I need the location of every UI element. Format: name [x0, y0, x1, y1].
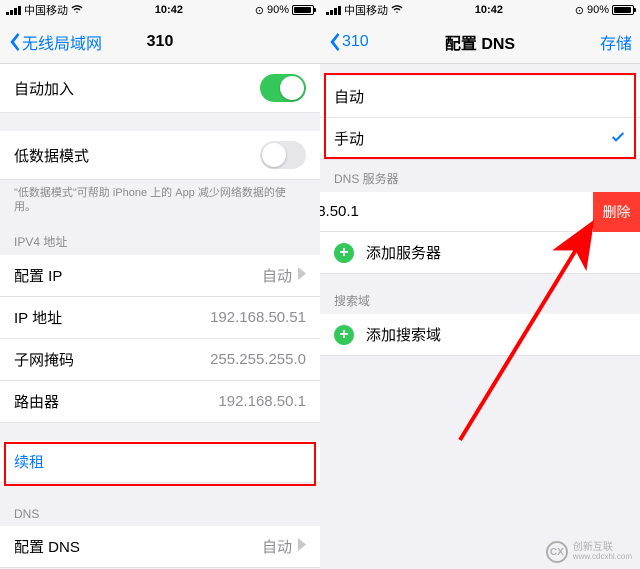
carrier-label: 中国移动: [344, 2, 388, 18]
wifi-icon: [71, 3, 83, 18]
configure-ip-value: 自动: [262, 265, 292, 286]
configure-dns-label: 配置 DNS: [14, 536, 80, 557]
nav-bar-right: 310 配置 DNS 存储: [320, 20, 640, 64]
renew-lease-row[interactable]: 续租: [0, 441, 320, 483]
delete-button[interactable]: 删除: [593, 192, 640, 232]
search-domains-header: 搜索域: [320, 274, 640, 314]
renew-label: 续租: [14, 451, 44, 472]
auto-join-label: 自动加入: [14, 78, 74, 99]
configure-ip-label: 配置 IP: [14, 265, 62, 286]
low-data-toggle[interactable]: [260, 141, 306, 169]
back-label: 310: [342, 33, 369, 51]
plus-icon: +: [334, 325, 354, 345]
low-data-label: 低数据模式: [14, 145, 89, 166]
auto-join-row[interactable]: 自动加入: [0, 64, 320, 113]
low-data-footer: "低数据模式"可帮助 iPhone 上的 App 减少网络数据的使用。: [0, 180, 320, 223]
right-screenshot: 中国移动 10:42 ⊙ 90% 310 配置 DNS 存储 自: [320, 0, 640, 569]
wifi-icon: [391, 3, 403, 18]
add-server-row[interactable]: + 添加服务器: [320, 232, 640, 274]
watermark: CX 创新互联 www.cdcxhl.com: [546, 541, 632, 563]
chevron-right-icon: [298, 538, 306, 555]
left-screenshot: 中国移动 10:42 ⊙ 90% 无线局域网 310 自动加入: [0, 0, 320, 569]
watermark-badge: CX: [546, 541, 568, 563]
battery-pct: 90%: [267, 4, 289, 16]
dns-server-ip: 2.168.50.1: [320, 203, 359, 220]
back-label: 无线局域网: [22, 30, 102, 54]
router-label: 路由器: [14, 391, 59, 412]
ip-address-label: IP 地址: [14, 307, 62, 328]
configure-dns-row[interactable]: 配置 DNS 自动: [0, 526, 320, 568]
add-server-label: 添加服务器: [366, 242, 441, 263]
dns-servers-header: DNS 服务器: [320, 160, 640, 192]
subnet-label: 子网掩码: [14, 349, 74, 370]
add-domain-row[interactable]: + 添加搜索域: [320, 314, 640, 356]
checkmark-icon: [610, 129, 626, 149]
alarm-icon: ⊙: [255, 4, 264, 17]
status-time: 10:42: [155, 4, 183, 16]
subnet-row: 子网掩码 255.255.255.0: [0, 339, 320, 381]
back-button[interactable]: 310: [328, 33, 369, 51]
ip-address-value: 192.168.50.51: [210, 309, 306, 326]
alarm-icon: ⊙: [575, 4, 584, 17]
ipv4-header: IPV4 地址: [0, 223, 320, 255]
dns-header: DNS: [0, 497, 320, 526]
signal-icon: [6, 6, 21, 15]
watermark-line2: www.cdcxhl.com: [573, 553, 632, 562]
carrier-label: 中国移动: [24, 2, 68, 18]
nav-bar-left: 无线局域网 310: [0, 20, 320, 64]
signal-icon: [326, 6, 341, 15]
status-bar-right: 中国移动 10:42 ⊙ 90%: [320, 0, 640, 20]
dns-server-row[interactable]: 2.168.50.1: [320, 192, 640, 232]
dns-auto-label: 自动: [334, 86, 364, 107]
status-time: 10:42: [475, 4, 503, 16]
back-button[interactable]: 无线局域网: [8, 30, 102, 54]
ip-address-row: IP 地址 192.168.50.51: [0, 297, 320, 339]
low-data-row[interactable]: 低数据模式: [0, 131, 320, 180]
battery-icon: [612, 5, 634, 15]
dns-manual-label: 手动: [334, 128, 364, 149]
battery-pct: 90%: [587, 4, 609, 16]
dns-auto-option[interactable]: 自动: [320, 76, 640, 118]
add-domain-label: 添加搜索域: [366, 324, 441, 345]
auto-join-toggle[interactable]: [260, 74, 306, 102]
save-button[interactable]: 存储: [600, 30, 632, 54]
configure-ip-row[interactable]: 配置 IP 自动: [0, 255, 320, 297]
plus-icon: +: [334, 243, 354, 263]
chevron-right-icon: [298, 267, 306, 284]
configure-dns-value: 自动: [262, 536, 292, 557]
router-row: 路由器 192.168.50.1: [0, 381, 320, 423]
subnet-value: 255.255.255.0: [210, 351, 306, 368]
chevron-left-icon: [328, 33, 340, 51]
status-bar-left: 中国移动 10:42 ⊙ 90%: [0, 0, 320, 20]
chevron-left-icon: [8, 33, 20, 51]
router-value: 192.168.50.1: [218, 393, 306, 410]
battery-icon: [292, 5, 314, 15]
dns-manual-option[interactable]: 手动: [320, 118, 640, 160]
delete-label: 删除: [603, 202, 631, 222]
